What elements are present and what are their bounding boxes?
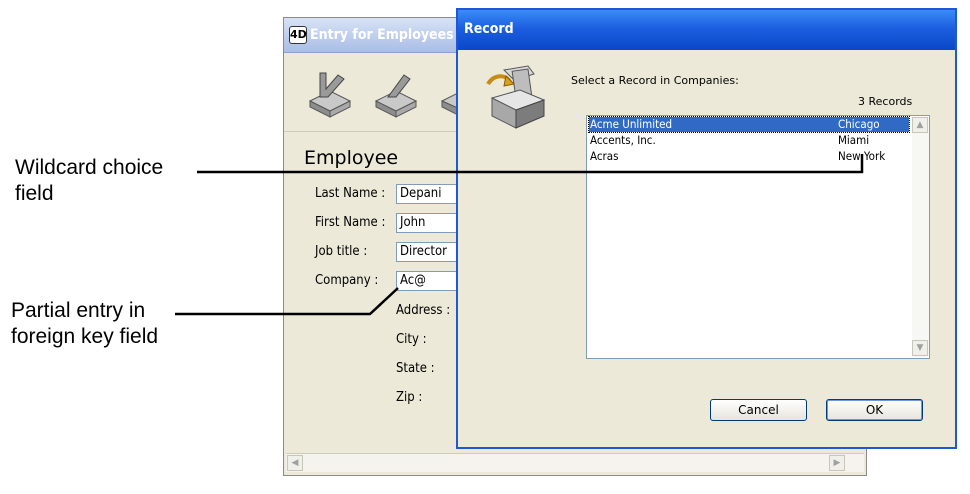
ok-button[interactable]: OK bbox=[826, 399, 923, 421]
company-city: Miami bbox=[838, 133, 870, 147]
address-label: Address : bbox=[396, 303, 451, 318]
partial-entry-callout: Partial entry in foreign key field bbox=[11, 298, 158, 350]
company-city: Chicago bbox=[838, 117, 880, 131]
app-icon: 4D bbox=[289, 26, 307, 44]
company-label: Company : bbox=[315, 273, 379, 288]
first-name-label: First Name : bbox=[315, 215, 386, 230]
records-count: 3 Records bbox=[858, 95, 913, 108]
wildcard-callout-line2: field bbox=[15, 182, 54, 205]
last-name-label: Last Name : bbox=[315, 186, 386, 201]
company-city: New York bbox=[838, 149, 886, 163]
horizontal-scrollbar[interactable]: ◀ ▶ bbox=[286, 453, 864, 472]
form-heading: Employee bbox=[304, 147, 399, 169]
job-title-field[interactable]: Director bbox=[396, 242, 458, 262]
partial-entry-callout-line2: foreign key field bbox=[11, 325, 159, 348]
wildcard-callout-line1: Wildcard choice bbox=[15, 156, 164, 179]
company-name: Accents, Inc. bbox=[590, 133, 656, 147]
first-name-field[interactable]: John bbox=[396, 213, 458, 233]
company-field[interactable]: Ac@ bbox=[396, 271, 458, 291]
list-item[interactable]: Acras New York bbox=[589, 149, 909, 164]
entry-window-title: Entry for Employees bbox=[310, 27, 454, 43]
last-name-field[interactable]: Depani bbox=[396, 184, 458, 204]
zip-label: Zip : bbox=[396, 390, 423, 405]
list-item[interactable]: Acme Unlimited Chicago bbox=[588, 116, 910, 133]
select-prompt: Select a Record in Companies: bbox=[571, 74, 739, 87]
record-dialog-titlebar[interactable]: Record bbox=[458, 10, 955, 50]
vertical-scrollbar[interactable]: ▲ ▼ bbox=[912, 117, 929, 357]
state-label: State : bbox=[396, 361, 435, 376]
job-title-label: Job title : bbox=[315, 244, 368, 259]
city-label: City : bbox=[396, 332, 427, 347]
scroll-left-icon[interactable]: ◀ bbox=[287, 455, 303, 471]
list-item[interactable]: Accents, Inc. Miami bbox=[589, 133, 909, 148]
previous-record-icon[interactable] bbox=[370, 67, 422, 119]
record-dialog-body: Select a Record in Companies: 3 Records … bbox=[458, 50, 955, 447]
record-selection-icon bbox=[486, 65, 546, 129]
company-name: Acras bbox=[590, 149, 619, 163]
scroll-down-icon[interactable]: ▼ bbox=[912, 340, 928, 356]
wildcard-callout: Wildcard choice field bbox=[15, 155, 163, 207]
record-dialog-title: Record bbox=[464, 21, 514, 37]
first-record-icon[interactable] bbox=[304, 67, 356, 119]
scroll-up-icon[interactable]: ▲ bbox=[912, 117, 928, 133]
partial-entry-callout-line1: Partial entry in bbox=[11, 299, 146, 322]
cancel-button[interactable]: Cancel bbox=[710, 399, 807, 421]
record-dialog: Record Select a Record in Companies: 3 R… bbox=[456, 8, 957, 449]
record-list[interactable]: Acme Unlimited Chicago Accents, Inc. Mia… bbox=[586, 115, 930, 359]
company-name: Acme Unlimited bbox=[590, 117, 673, 131]
scroll-right-icon[interactable]: ▶ bbox=[829, 455, 845, 471]
